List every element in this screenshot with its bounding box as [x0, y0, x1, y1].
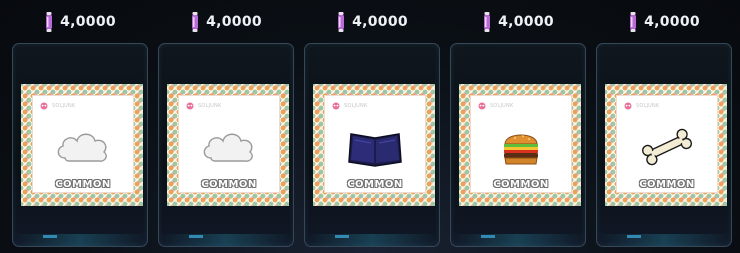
card-art-inner: SOLJUNK COMMON: [178, 95, 280, 193]
currency-vial-icon: [484, 12, 491, 32]
cloud-icon: [57, 133, 107, 162]
rarity-label: COMMON: [55, 179, 111, 190]
skull-logo-icon: [332, 102, 340, 110]
rarity-label: COMMON: [493, 179, 549, 190]
skull-logo-icon: [186, 102, 194, 110]
card-art: SOLJUNK COMMON: [21, 84, 143, 206]
skull-logo-icon: [40, 102, 48, 110]
brand-tag: SOLJUNK: [39, 102, 75, 110]
price-label: 4,0000: [448, 12, 588, 32]
item-card[interactable]: SOLJUNK COMMON: [12, 43, 148, 247]
card-glow: [335, 235, 349, 238]
item-card[interactable]: SOLJUNK COMMON: [304, 43, 440, 247]
rarity-label: COMMON: [201, 179, 257, 190]
rarity-label: COMMON: [347, 179, 403, 190]
card-art-inner: SOLJUNK COMMON: [616, 95, 718, 193]
card-glow: [481, 235, 495, 238]
price-label: 4,0000: [302, 12, 442, 32]
currency-vial-icon: [338, 12, 345, 32]
item-card[interactable]: SOLJUNK COMMON: [450, 43, 586, 247]
card-slot-5[interactable]: 4,0000 SOLJUNK COMMON: [594, 0, 734, 253]
card-glow: [189, 235, 203, 238]
cloud-icon: [203, 133, 253, 162]
card-art: SOLJUNK COMMON: [605, 84, 727, 206]
price-value: 4,0000: [498, 14, 554, 30]
brand-tag: SOLJUNK: [331, 102, 367, 110]
price-label: 4,0000: [10, 12, 150, 32]
card-glow: [627, 235, 641, 238]
rarity-label: COMMON: [639, 179, 695, 190]
currency-vial-icon: [630, 12, 637, 32]
card-art: SOLJUNK COMMON: [313, 84, 435, 206]
price-label: 4,0000: [156, 12, 296, 32]
price-value: 4,0000: [644, 14, 700, 30]
brand-name: SOLJUNK: [52, 103, 76, 109]
card-art-inner: SOLJUNK COMMON: [32, 95, 134, 193]
card-slot-4[interactable]: 4,0000 SOLJUNK COMMON: [448, 0, 588, 253]
card-art-inner: SOLJUNK COMMON: [470, 95, 572, 193]
item-card[interactable]: SOLJUNK COMMON: [596, 43, 732, 247]
price-value: 4,0000: [60, 14, 116, 30]
price-label: 4,0000: [594, 12, 734, 32]
card-slot-2[interactable]: 4,0000 SOLJUNK COMMON: [156, 0, 296, 253]
card-art: SOLJUNK COMMON: [459, 84, 581, 206]
price-value: 4,0000: [352, 14, 408, 30]
brand-name: SOLJUNK: [198, 103, 222, 109]
brand-name: SOLJUNK: [490, 103, 514, 109]
brand-name: SOLJUNK: [344, 103, 368, 109]
book-icon: [348, 133, 402, 167]
bone-icon: [641, 128, 693, 166]
card-glow: [43, 235, 57, 238]
currency-vial-icon: [192, 12, 199, 32]
item-card[interactable]: SOLJUNK COMMON: [158, 43, 294, 247]
brand-tag: SOLJUNK: [477, 102, 513, 110]
card-slot-1[interactable]: 4,0000 SOLJUNK COMMON: [10, 0, 150, 253]
card-slot-3[interactable]: 4,0000 SOLJUNK COMMON: [302, 0, 442, 253]
price-value: 4,0000: [206, 14, 262, 30]
skull-logo-icon: [624, 102, 632, 110]
burger-icon: [504, 134, 538, 165]
brand-tag: SOLJUNK: [623, 102, 659, 110]
card-art: SOLJUNK COMMON: [167, 84, 289, 206]
brand-tag: SOLJUNK: [185, 102, 221, 110]
card-art-inner: SOLJUNK COMMON: [324, 95, 426, 193]
skull-logo-icon: [478, 102, 486, 110]
currency-vial-icon: [46, 12, 53, 32]
brand-name: SOLJUNK: [636, 103, 660, 109]
